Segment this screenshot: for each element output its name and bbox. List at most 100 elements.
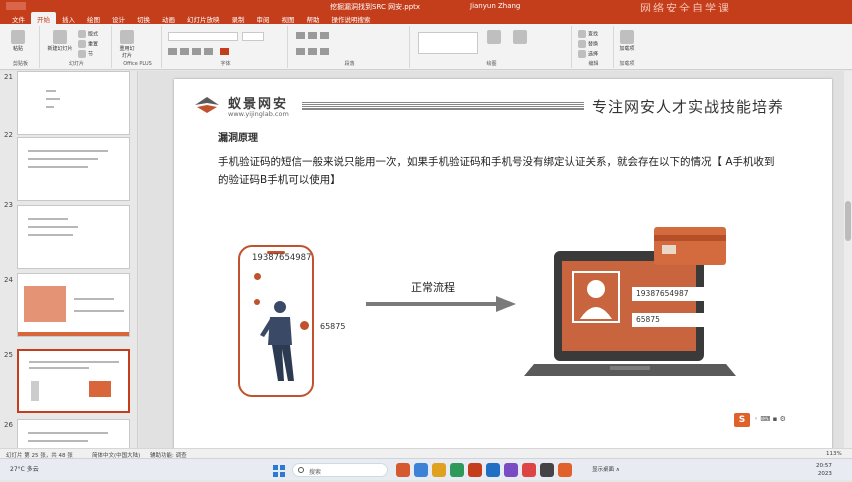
- reuse-slides-button[interactable]: 重用幻灯片: [118, 30, 136, 59]
- group-font: 字体: [164, 26, 288, 68]
- slide-thumbnail[interactable]: [17, 137, 130, 201]
- slide-thumbnail[interactable]: [17, 205, 130, 269]
- group-slides: 新建幻灯片 版式 重置 节 幻灯片: [42, 26, 112, 68]
- tab-draw[interactable]: 绘图: [81, 12, 106, 24]
- monitor-number-field: 19387654987: [632, 287, 710, 301]
- search-icon: [298, 467, 304, 473]
- addins-button[interactable]: 加载项: [618, 30, 636, 52]
- tab-insert[interactable]: 插入: [56, 12, 81, 24]
- reset-button[interactable]: 重置: [78, 40, 98, 48]
- taskbar-app-icon[interactable]: [396, 463, 410, 477]
- section-button[interactable]: 节: [78, 50, 93, 58]
- powerpoint-icon[interactable]: [468, 463, 482, 477]
- arrange-icon: [487, 30, 501, 44]
- credit-card-icon: [654, 227, 726, 265]
- replace-icon: [578, 40, 586, 48]
- weather-widget[interactable]: 27°C 多云: [10, 464, 39, 473]
- numbering-button[interactable]: [308, 32, 317, 39]
- quick-access-toolbar[interactable]: [6, 2, 26, 10]
- slide-paragraph: 手机验证码的短信一般来说只能用一次，如果手机验证码和手机号没有绑定认证关系，就会…: [218, 156, 775, 186]
- decor-dot: [254, 273, 261, 280]
- tab-slideshow[interactable]: 幻灯片放映: [181, 12, 226, 24]
- user-name[interactable]: Jianyun Zhang: [470, 2, 520, 10]
- file-explorer-icon[interactable]: [432, 463, 446, 477]
- laptop-keyboard: [524, 364, 736, 376]
- bullets-button[interactable]: [296, 32, 305, 39]
- current-slide[interactable]: 蚁景网安 www.yijinglab.com 专注网安人才实战技能培养 漏洞原理…: [174, 79, 832, 449]
- windows-start-icon[interactable]: [272, 463, 286, 477]
- replace-button[interactable]: 替换: [578, 40, 598, 48]
- zoom-level[interactable]: 113%: [826, 451, 842, 457]
- taskbar-app-icon[interactable]: [414, 463, 428, 477]
- avatar-icon: [572, 271, 620, 323]
- align-right-button[interactable]: [320, 48, 329, 55]
- shapes-gallery[interactable]: [418, 32, 478, 54]
- find-button[interactable]: 查找: [578, 30, 598, 38]
- tab-home[interactable]: 开始: [31, 12, 56, 24]
- group-drawing: 绘图: [412, 26, 572, 68]
- select-icon: [578, 50, 586, 58]
- slide-badge[interactable]: S: [734, 413, 750, 427]
- tab-help[interactable]: 帮助: [301, 12, 326, 24]
- badge-toolbar[interactable]: ◦ ⌨ ▪ ⚙: [754, 415, 786, 423]
- phone-number-text: 19387654987: [252, 253, 312, 263]
- person-icon: [260, 301, 294, 381]
- window-title: 挖掘漏洞找到SRC 网安.pptx: [330, 3, 421, 11]
- strikethrough-button[interactable]: [204, 48, 213, 55]
- tab-record[interactable]: 录制: [226, 12, 251, 24]
- slide-thumbnail[interactable]: [17, 273, 130, 337]
- tab-review[interactable]: 审阅: [251, 12, 276, 24]
- indent-button[interactable]: [320, 32, 329, 39]
- layout-icon: [78, 30, 86, 38]
- font-size-select[interactable]: [242, 32, 264, 41]
- group-editing: 查找 替换 选择 编辑: [574, 26, 614, 68]
- underline-button[interactable]: [192, 48, 201, 55]
- arrange-button[interactable]: [484, 30, 504, 45]
- taskbar-search[interactable]: 搜索: [292, 463, 388, 477]
- taskbar-app-icon[interactable]: [450, 463, 464, 477]
- vertical-scrollbar[interactable]: [844, 71, 852, 455]
- slide-thumbnail[interactable]: [17, 71, 130, 135]
- taskbar-app-icon[interactable]: [486, 463, 500, 477]
- thumbnail-number: 26: [4, 421, 13, 429]
- tell-me-search[interactable]: 操作说明搜索: [326, 12, 377, 24]
- font-color-button[interactable]: [220, 48, 229, 55]
- align-center-button[interactable]: [308, 48, 317, 55]
- thumbnail-number: 24: [4, 276, 13, 284]
- italic-button[interactable]: [180, 48, 189, 55]
- system-tray[interactable]: 显示桌面 ∧: [592, 465, 620, 473]
- status-bar: 幻灯片 第 25 张，共 48 张 简体中文(中国大陆) 辅助功能: 调查 11…: [0, 448, 852, 459]
- thumbnail-number: 23: [4, 201, 13, 209]
- brand-logo-icon: [195, 97, 219, 113]
- slide-thumbnail-active[interactable]: [17, 349, 130, 413]
- thumbnail-number: 21: [4, 73, 13, 81]
- thumbnail-number: 22: [4, 131, 13, 139]
- taskbar-app-icon[interactable]: [558, 463, 572, 477]
- group-clipboard: 粘贴 剪贴板: [2, 26, 40, 68]
- tab-file[interactable]: 文件: [6, 12, 31, 24]
- flow-arrow-icon: [366, 296, 516, 312]
- taskbar-app-icon[interactable]: [504, 463, 518, 477]
- slide-thumbnails-pane[interactable]: 21 22 23 24 25 26: [0, 71, 138, 455]
- tab-animations[interactable]: 动画: [156, 12, 181, 24]
- tab-design[interactable]: 设计: [106, 12, 131, 24]
- new-slide-button[interactable]: 新建幻灯片: [46, 30, 74, 52]
- bold-button[interactable]: [168, 48, 177, 55]
- group-paragraph: 段落: [290, 26, 410, 68]
- tab-view[interactable]: 视图: [276, 12, 301, 24]
- align-left-button[interactable]: [296, 48, 305, 55]
- select-button[interactable]: 选择: [578, 50, 598, 58]
- tab-transitions[interactable]: 切换: [131, 12, 156, 24]
- taskbar-app-icon[interactable]: [522, 463, 536, 477]
- font-name-select[interactable]: [168, 32, 238, 41]
- paste-button[interactable]: 粘贴: [6, 30, 30, 52]
- taskbar-app-icon[interactable]: [540, 463, 554, 477]
- new-slide-icon: [53, 30, 67, 44]
- brand-url: www.yijinglab.com: [228, 110, 289, 118]
- clock[interactable]: 20:57 2023: [816, 462, 832, 478]
- scrollbar-thumb[interactable]: [845, 201, 851, 241]
- slide-slogan: 专注网安人才实战技能培养: [592, 98, 785, 116]
- layout-button[interactable]: 版式: [78, 30, 98, 38]
- search-icon: [578, 30, 586, 38]
- quick-styles-button[interactable]: [510, 30, 530, 45]
